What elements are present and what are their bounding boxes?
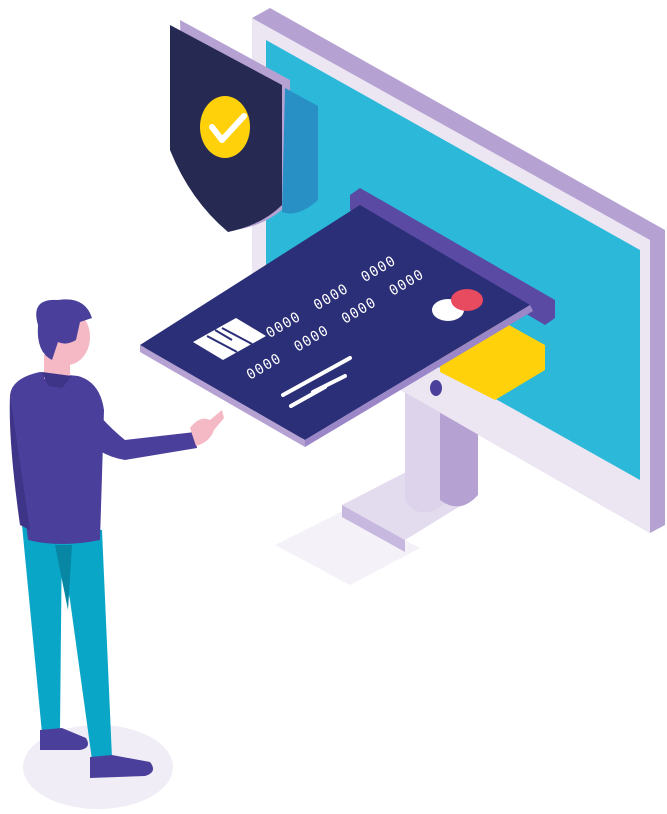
- payment-illustration: 0000 0000 0000 0000 0000 0000 0000: [0, 0, 667, 814]
- monitor-camera-dot: [430, 380, 442, 396]
- shield-check-badge: [200, 96, 250, 158]
- person-hand: [190, 410, 224, 446]
- illustration-canvas: 0000 0000 0000 0000 0000 0000 0000: [9, 8, 665, 809]
